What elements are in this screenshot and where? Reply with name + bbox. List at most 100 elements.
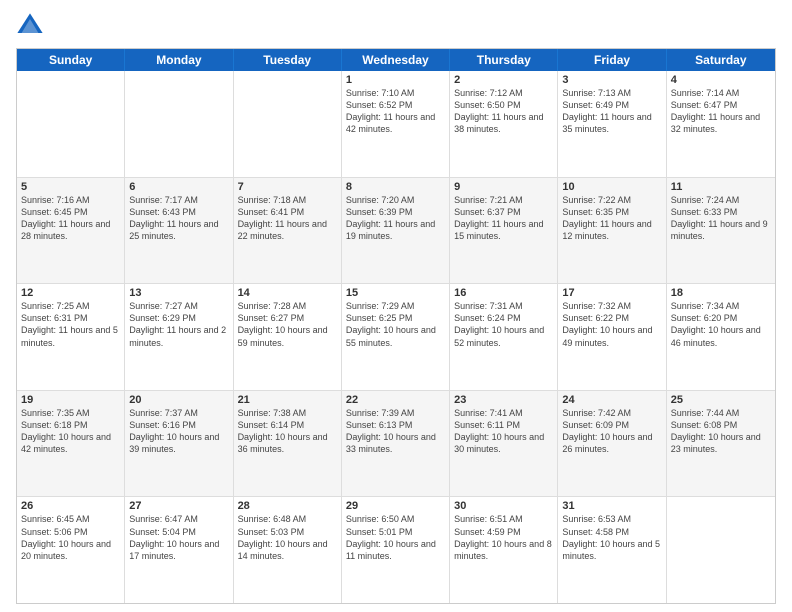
calendar-cell <box>234 71 342 177</box>
day-info: Sunrise: 6:45 AM Sunset: 5:06 PM Dayligh… <box>21 513 120 562</box>
calendar-cell: 1Sunrise: 7:10 AM Sunset: 6:52 PM Daylig… <box>342 71 450 177</box>
day-info: Sunrise: 7:20 AM Sunset: 6:39 PM Dayligh… <box>346 194 445 243</box>
day-number: 20 <box>129 394 228 406</box>
calendar-cell: 11Sunrise: 7:24 AM Sunset: 6:33 PM Dayli… <box>667 178 775 284</box>
calendar-cell: 14Sunrise: 7:28 AM Sunset: 6:27 PM Dayli… <box>234 284 342 390</box>
calendar-header-sunday: Sunday <box>17 49 125 71</box>
day-info: Sunrise: 7:27 AM Sunset: 6:29 PM Dayligh… <box>129 300 228 349</box>
day-number: 18 <box>671 287 771 299</box>
day-number: 1 <box>346 74 445 86</box>
calendar-cell: 26Sunrise: 6:45 AM Sunset: 5:06 PM Dayli… <box>17 497 125 603</box>
day-number: 26 <box>21 500 120 512</box>
calendar-cell: 21Sunrise: 7:38 AM Sunset: 6:14 PM Dayli… <box>234 391 342 497</box>
day-number: 29 <box>346 500 445 512</box>
calendar-cell: 22Sunrise: 7:39 AM Sunset: 6:13 PM Dayli… <box>342 391 450 497</box>
calendar-cell: 4Sunrise: 7:14 AM Sunset: 6:47 PM Daylig… <box>667 71 775 177</box>
day-number: 13 <box>129 287 228 299</box>
calendar: SundayMondayTuesdayWednesdayThursdayFrid… <box>16 48 776 604</box>
day-info: Sunrise: 7:13 AM Sunset: 6:49 PM Dayligh… <box>562 87 661 136</box>
day-number: 28 <box>238 500 337 512</box>
day-number: 25 <box>671 394 771 406</box>
calendar-header-wednesday: Wednesday <box>342 49 450 71</box>
calendar-cell: 24Sunrise: 7:42 AM Sunset: 6:09 PM Dayli… <box>558 391 666 497</box>
calendar-cell: 31Sunrise: 6:53 AM Sunset: 4:58 PM Dayli… <box>558 497 666 603</box>
day-info: Sunrise: 6:47 AM Sunset: 5:04 PM Dayligh… <box>129 513 228 562</box>
calendar-header-saturday: Saturday <box>667 49 775 71</box>
calendar-header-row: SundayMondayTuesdayWednesdayThursdayFrid… <box>17 49 775 71</box>
calendar-cell: 9Sunrise: 7:21 AM Sunset: 6:37 PM Daylig… <box>450 178 558 284</box>
day-number: 4 <box>671 74 771 86</box>
day-info: Sunrise: 7:29 AM Sunset: 6:25 PM Dayligh… <box>346 300 445 349</box>
calendar-cell: 13Sunrise: 7:27 AM Sunset: 6:29 PM Dayli… <box>125 284 233 390</box>
calendar-cell: 17Sunrise: 7:32 AM Sunset: 6:22 PM Dayli… <box>558 284 666 390</box>
header <box>16 12 776 40</box>
logo <box>16 12 46 40</box>
day-info: Sunrise: 7:17 AM Sunset: 6:43 PM Dayligh… <box>129 194 228 243</box>
day-info: Sunrise: 7:32 AM Sunset: 6:22 PM Dayligh… <box>562 300 661 349</box>
calendar-cell: 18Sunrise: 7:34 AM Sunset: 6:20 PM Dayli… <box>667 284 775 390</box>
calendar-cell: 8Sunrise: 7:20 AM Sunset: 6:39 PM Daylig… <box>342 178 450 284</box>
calendar-header-friday: Friday <box>558 49 666 71</box>
day-info: Sunrise: 7:44 AM Sunset: 6:08 PM Dayligh… <box>671 407 771 456</box>
day-info: Sunrise: 7:37 AM Sunset: 6:16 PM Dayligh… <box>129 407 228 456</box>
day-info: Sunrise: 7:24 AM Sunset: 6:33 PM Dayligh… <box>671 194 771 243</box>
day-info: Sunrise: 7:28 AM Sunset: 6:27 PM Dayligh… <box>238 300 337 349</box>
calendar-cell: 3Sunrise: 7:13 AM Sunset: 6:49 PM Daylig… <box>558 71 666 177</box>
day-info: Sunrise: 6:48 AM Sunset: 5:03 PM Dayligh… <box>238 513 337 562</box>
day-info: Sunrise: 7:10 AM Sunset: 6:52 PM Dayligh… <box>346 87 445 136</box>
day-number: 2 <box>454 74 553 86</box>
day-info: Sunrise: 7:16 AM Sunset: 6:45 PM Dayligh… <box>21 194 120 243</box>
day-info: Sunrise: 7:18 AM Sunset: 6:41 PM Dayligh… <box>238 194 337 243</box>
day-number: 24 <box>562 394 661 406</box>
day-number: 23 <box>454 394 553 406</box>
calendar-cell: 6Sunrise: 7:17 AM Sunset: 6:43 PM Daylig… <box>125 178 233 284</box>
day-number: 21 <box>238 394 337 406</box>
calendar-cell: 7Sunrise: 7:18 AM Sunset: 6:41 PM Daylig… <box>234 178 342 284</box>
day-info: Sunrise: 7:12 AM Sunset: 6:50 PM Dayligh… <box>454 87 553 136</box>
calendar-cell: 27Sunrise: 6:47 AM Sunset: 5:04 PM Dayli… <box>125 497 233 603</box>
day-number: 15 <box>346 287 445 299</box>
calendar-cell <box>667 497 775 603</box>
day-number: 16 <box>454 287 553 299</box>
day-number: 27 <box>129 500 228 512</box>
calendar-cell: 5Sunrise: 7:16 AM Sunset: 6:45 PM Daylig… <box>17 178 125 284</box>
day-number: 19 <box>21 394 120 406</box>
day-info: Sunrise: 7:14 AM Sunset: 6:47 PM Dayligh… <box>671 87 771 136</box>
day-info: Sunrise: 7:35 AM Sunset: 6:18 PM Dayligh… <box>21 407 120 456</box>
calendar-week-2: 12Sunrise: 7:25 AM Sunset: 6:31 PM Dayli… <box>17 283 775 390</box>
calendar-cell: 25Sunrise: 7:44 AM Sunset: 6:08 PM Dayli… <box>667 391 775 497</box>
day-info: Sunrise: 7:21 AM Sunset: 6:37 PM Dayligh… <box>454 194 553 243</box>
day-info: Sunrise: 7:22 AM Sunset: 6:35 PM Dayligh… <box>562 194 661 243</box>
day-number: 22 <box>346 394 445 406</box>
day-info: Sunrise: 7:42 AM Sunset: 6:09 PM Dayligh… <box>562 407 661 456</box>
calendar-cell: 10Sunrise: 7:22 AM Sunset: 6:35 PM Dayli… <box>558 178 666 284</box>
day-info: Sunrise: 7:38 AM Sunset: 6:14 PM Dayligh… <box>238 407 337 456</box>
calendar-cell: 19Sunrise: 7:35 AM Sunset: 6:18 PM Dayli… <box>17 391 125 497</box>
day-info: Sunrise: 7:31 AM Sunset: 6:24 PM Dayligh… <box>454 300 553 349</box>
day-number: 11 <box>671 181 771 193</box>
calendar-cell: 28Sunrise: 6:48 AM Sunset: 5:03 PM Dayli… <box>234 497 342 603</box>
calendar-cell: 12Sunrise: 7:25 AM Sunset: 6:31 PM Dayli… <box>17 284 125 390</box>
day-number: 3 <box>562 74 661 86</box>
calendar-cell: 20Sunrise: 7:37 AM Sunset: 6:16 PM Dayli… <box>125 391 233 497</box>
day-info: Sunrise: 6:50 AM Sunset: 5:01 PM Dayligh… <box>346 513 445 562</box>
day-number: 14 <box>238 287 337 299</box>
calendar-cell: 30Sunrise: 6:51 AM Sunset: 4:59 PM Dayli… <box>450 497 558 603</box>
day-info: Sunrise: 7:41 AM Sunset: 6:11 PM Dayligh… <box>454 407 553 456</box>
calendar-cell: 16Sunrise: 7:31 AM Sunset: 6:24 PM Dayli… <box>450 284 558 390</box>
calendar-cell: 29Sunrise: 6:50 AM Sunset: 5:01 PM Dayli… <box>342 497 450 603</box>
logo-icon <box>16 12 44 40</box>
day-number: 17 <box>562 287 661 299</box>
calendar-cell: 23Sunrise: 7:41 AM Sunset: 6:11 PM Dayli… <box>450 391 558 497</box>
day-number: 9 <box>454 181 553 193</box>
calendar-week-0: 1Sunrise: 7:10 AM Sunset: 6:52 PM Daylig… <box>17 71 775 177</box>
calendar-header-tuesday: Tuesday <box>234 49 342 71</box>
day-info: Sunrise: 7:39 AM Sunset: 6:13 PM Dayligh… <box>346 407 445 456</box>
calendar-header-thursday: Thursday <box>450 49 558 71</box>
calendar-cell: 15Sunrise: 7:29 AM Sunset: 6:25 PM Dayli… <box>342 284 450 390</box>
calendar-week-1: 5Sunrise: 7:16 AM Sunset: 6:45 PM Daylig… <box>17 177 775 284</box>
day-number: 30 <box>454 500 553 512</box>
day-info: Sunrise: 6:53 AM Sunset: 4:58 PM Dayligh… <box>562 513 661 562</box>
day-info: Sunrise: 6:51 AM Sunset: 4:59 PM Dayligh… <box>454 513 553 562</box>
calendar-week-3: 19Sunrise: 7:35 AM Sunset: 6:18 PM Dayli… <box>17 390 775 497</box>
